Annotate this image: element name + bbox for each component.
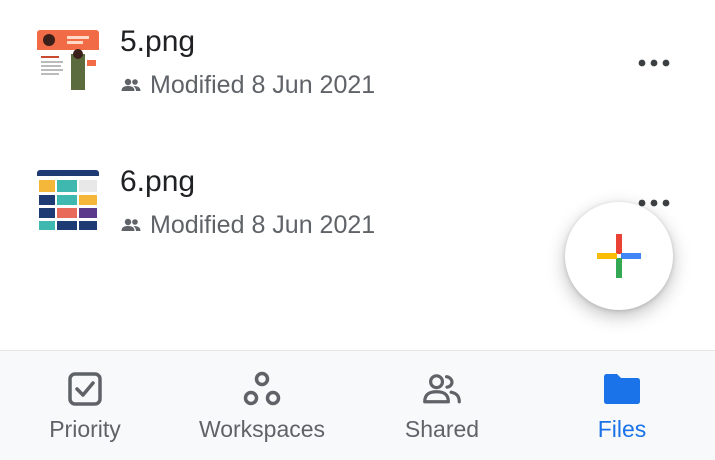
nav-item-files[interactable]: Files	[537, 351, 707, 460]
more-options-button[interactable]	[628, 46, 680, 80]
file-row[interactable]: 5.png Modified 8 Jun 2021	[0, 16, 715, 136]
plus-icon	[597, 234, 641, 278]
people-icon	[121, 218, 141, 231]
image-thumbnail	[37, 30, 99, 92]
checkbox-icon	[65, 371, 105, 407]
file-thumbnail-5	[37, 30, 99, 92]
more-horizontal-icon	[638, 59, 670, 67]
nav-label-priority: Priority	[49, 416, 121, 442]
image-thumbnail	[37, 170, 99, 232]
people-icon	[121, 78, 141, 91]
nav-label-files: Files	[597, 416, 647, 442]
file-thumbnail-6	[37, 170, 99, 232]
workspaces-icon	[242, 371, 282, 407]
file-name: 6.png	[120, 165, 196, 198]
shared-people-icon	[422, 371, 462, 407]
file-meta: Modified 8 Jun 2021	[120, 70, 375, 100]
nav-label-workspaces: Workspaces	[198, 416, 326, 442]
new-button[interactable]	[565, 202, 673, 310]
more-horizontal-icon	[638, 199, 670, 207]
nav-item-shared[interactable]: Shared	[357, 351, 527, 460]
modified-date: Modified 8 Jun 2021	[150, 211, 376, 239]
folder-icon	[602, 371, 642, 407]
nav-item-workspaces[interactable]: Workspaces	[177, 351, 347, 460]
nav-item-priority[interactable]: Priority	[0, 351, 170, 460]
modified-date: Modified 8 Jun 2021	[150, 71, 376, 99]
file-name: 5.png	[120, 25, 196, 58]
bottom-navigation: Priority Workspaces Shared Files	[0, 350, 715, 460]
file-meta: Modified 8 Jun 2021	[120, 210, 375, 240]
nav-label-shared: Shared	[404, 416, 480, 442]
